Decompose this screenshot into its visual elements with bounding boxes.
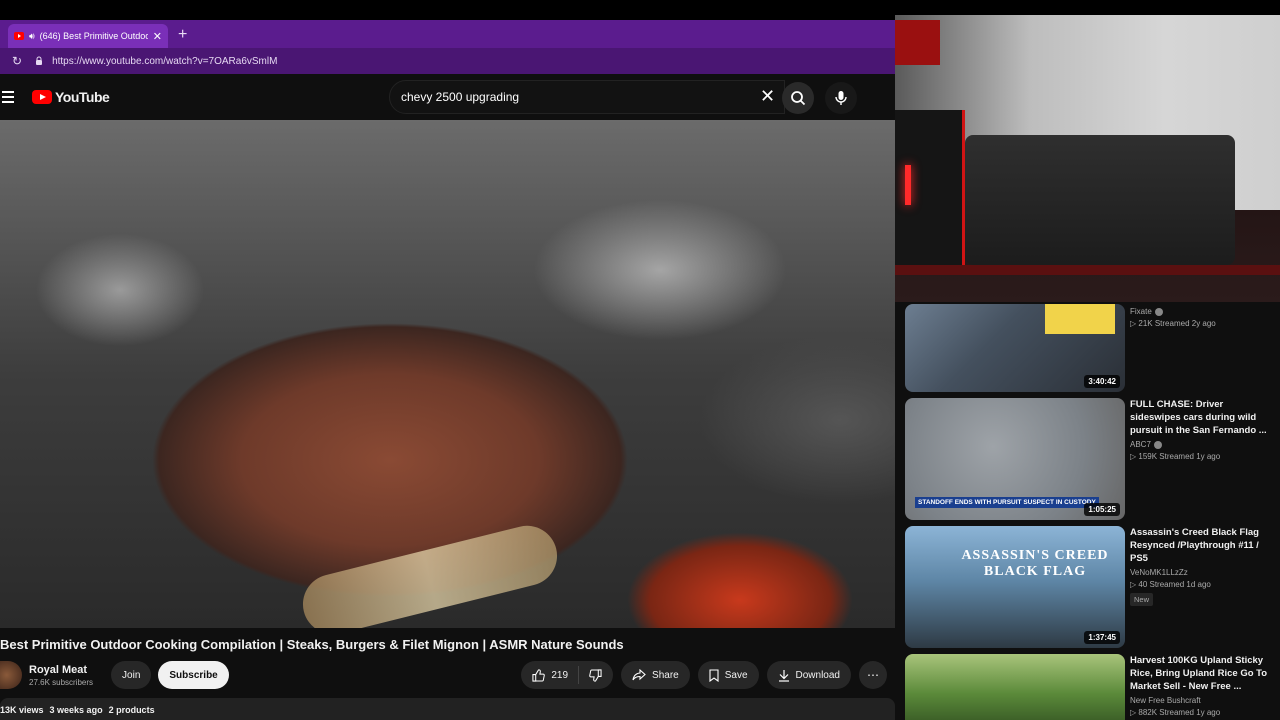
channel-info: Royal Meat 27.6K subscribers (29, 664, 93, 687)
thumbs-up-icon (532, 668, 546, 682)
address-bar: ↻ https://www.youtube.com/watch?v=7OARa6… (0, 48, 895, 74)
thumbnail-graphic (1045, 304, 1115, 334)
recommendation-stats: ▷ 40 Streamed 1d ago (1130, 580, 1211, 589)
save-button[interactable]: Save (697, 661, 759, 689)
recommendation-thumbnail[interactable]: STANDOFF ENDS WITH PURSUIT SUSPECT IN CU… (905, 398, 1125, 520)
download-label: Download (795, 669, 840, 681)
recommendation-info: Fixate ▷ 21K Streamed 2y ago (1130, 304, 1270, 328)
download-icon (778, 669, 789, 682)
recommendation-thumbnail[interactable]: 3:40:42 (905, 304, 1125, 392)
webcam-bed (965, 135, 1235, 265)
channel-row: Royal Meat 27.6K subscribers Join Subscr… (0, 658, 895, 692)
menu-icon[interactable] (2, 91, 18, 103)
thumbnail-logo-text: ASSASSIN'S CREED BLACK FLAG (961, 548, 1109, 579)
youtube-logo-text: YouTube (55, 89, 110, 105)
browser-tabstrip: 🔊︎ (646) Best Primitive Outdoor C ✕ + (0, 20, 895, 48)
channel-name[interactable]: Royal Meat (29, 664, 93, 676)
tab-close-icon[interactable]: ✕ (153, 30, 162, 43)
recommendation-title[interactable]: FULL CHASE: Driver sideswipes cars durin… (1130, 398, 1270, 437)
share-label: Share (652, 669, 679, 681)
browser-tab-active[interactable]: 🔊︎ (646) Best Primitive Outdoor C ✕ (8, 24, 168, 48)
clear-search-icon[interactable]: ✕ (760, 86, 775, 106)
url-field[interactable]: https://www.youtube.com/watch?v=7OARa6vS… (34, 56, 277, 67)
subscriber-count: 27.6K subscribers (29, 677, 94, 687)
video-duration: 1:05:25 (1084, 503, 1120, 516)
recommendation-info: Assassin's Creed Black Flag Resynced /Pl… (1130, 526, 1270, 607)
share-icon (632, 669, 646, 681)
search-icon (791, 91, 806, 106)
upload-age: 3 weeks ago (49, 705, 103, 715)
search-query: chevy 2500 upgrading (401, 90, 520, 104)
recommendation-channel[interactable]: VeNoMK1LLzZz (1130, 568, 1270, 577)
webcam-red-light (905, 165, 911, 205)
products-count: 2 products (108, 705, 155, 715)
verified-icon (1153, 440, 1162, 449)
recommendation-stats: ▷ 882K Streamed 1y ago (1130, 708, 1221, 717)
recommendation-info: Harvest 100KG Upland Sticky Rice, Bring … (1130, 654, 1270, 717)
microphone-icon (835, 91, 847, 105)
search-input[interactable]: chevy 2500 upgrading (389, 80, 785, 114)
recommendation-channel[interactable]: ABC7 (1130, 440, 1270, 449)
recommendation-stats: ▷ 21K Streamed 2y ago (1130, 319, 1216, 328)
youtube-favicon-icon (14, 32, 24, 40)
recommendation-channel[interactable]: Fixate (1130, 307, 1270, 316)
tab-title: (646) Best Primitive Outdoor C (39, 31, 148, 41)
more-actions-button[interactable]: ⋯ (859, 661, 887, 689)
webcam-red-poster (895, 20, 940, 65)
bookmark-icon (709, 668, 719, 682)
recommendation-thumbnail[interactable]: ASSASSIN'S CREED BLACK FLAG 1:37:45 (905, 526, 1125, 648)
video-frame-steak (296, 519, 564, 628)
video-description-box[interactable]: 13K views 3 weeks ago 2 products (0, 698, 895, 720)
recommendation-thumbnail[interactable] (905, 654, 1125, 720)
youtube-header: YouTube chevy 2500 upgrading ✕ (0, 74, 895, 120)
join-button[interactable]: Join (111, 661, 152, 689)
video-duration: 3:40:42 (1084, 375, 1120, 388)
share-button[interactable]: Share (621, 661, 690, 689)
site-info-icon[interactable] (34, 56, 44, 66)
dislike-button[interactable] (579, 668, 613, 682)
video-actions: 219 Share Save Download ⋯ (521, 658, 887, 692)
download-button[interactable]: Download (766, 661, 851, 689)
url-text: https://www.youtube.com/watch?v=7OARa6vS… (52, 55, 278, 67)
video-player[interactable] (0, 120, 895, 628)
recommendation-title[interactable]: Harvest 100KG Upland Sticky Rice, Bring … (1130, 654, 1270, 693)
video-title: Best Primitive Outdoor Cooking Compilati… (0, 637, 624, 652)
subscribe-button[interactable]: Subscribe (158, 661, 229, 689)
recommendation-stats: ▷ 159K Streamed 1y ago (1130, 452, 1221, 461)
like-dislike-group: 219 (521, 661, 614, 689)
new-badge: New (1130, 593, 1154, 606)
voice-search-button[interactable] (825, 82, 857, 114)
reload-icon[interactable]: ↻ (12, 54, 22, 68)
recommendation-info: FULL CHASE: Driver sideswipes cars durin… (1130, 398, 1270, 461)
view-count: 13K views (0, 705, 44, 715)
youtube-play-icon (32, 90, 52, 104)
new-tab-button[interactable]: + (178, 26, 187, 44)
like-count: 219 (551, 669, 569, 681)
webcam-overlay (895, 15, 1280, 302)
like-button[interactable]: 219 (521, 666, 580, 684)
verified-icon (1154, 307, 1163, 316)
recommendation-channel[interactable]: New Free Bushcraft (1130, 696, 1270, 705)
thumbnail-caption: STANDOFF ENDS WITH PURSUIT SUSPECT IN CU… (915, 497, 1099, 508)
webcam-floor-light (895, 265, 1280, 275)
search-button[interactable] (782, 82, 814, 114)
recommendation-title[interactable]: Assassin's Creed Black Flag Resynced /Pl… (1130, 526, 1270, 565)
video-duration: 1:37:45 (1084, 631, 1120, 644)
save-label: Save (724, 669, 748, 681)
recommendations-sidebar: 3:40:42 Fixate ▷ 21K Streamed 2y ago STA… (895, 302, 1280, 720)
channel-avatar[interactable] (0, 661, 22, 689)
youtube-logo[interactable]: YouTube (32, 89, 110, 105)
speaker-icon[interactable]: 🔊︎ (29, 31, 35, 42)
thumbs-down-icon (589, 668, 602, 682)
